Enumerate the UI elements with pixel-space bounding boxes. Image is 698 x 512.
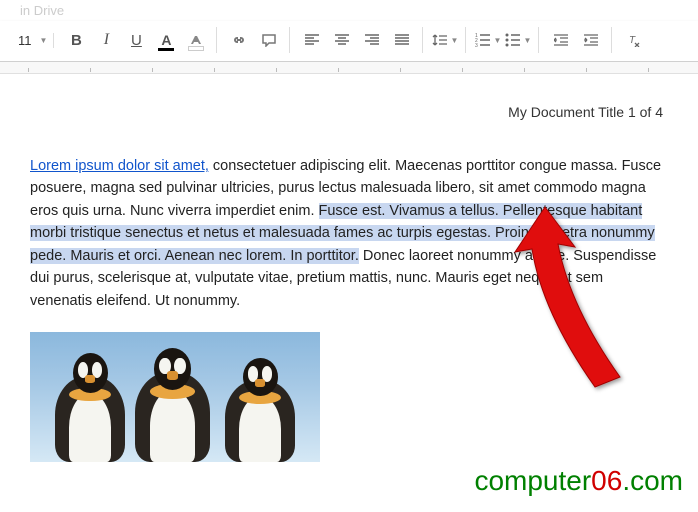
paragraph-text[interactable]: Lorem ipsum dolor sit amet, consectetuer… <box>30 155 668 312</box>
insert-link-button[interactable] <box>225 27 253 53</box>
svg-text:T: T <box>629 35 636 46</box>
align-center-button[interactable] <box>328 27 356 53</box>
bulleted-list-button[interactable]: ▼ <box>504 27 532 53</box>
highlight-color-button[interactable] <box>182 27 210 53</box>
hyperlink[interactable]: Lorem ipsum dolor sit amet, <box>30 158 209 174</box>
chevron-down-icon: ▼ <box>450 36 458 45</box>
svg-text:3: 3 <box>475 43 478 47</box>
numbered-list-button[interactable]: 123 ▼ <box>474 27 502 53</box>
line-spacing-button[interactable]: ▼ <box>431 27 459 53</box>
decrease-indent-button[interactable] <box>547 27 575 53</box>
insert-comment-button[interactable] <box>255 27 283 53</box>
align-right-button[interactable] <box>358 27 386 53</box>
ruler[interactable] <box>0 62 698 74</box>
underline-button[interactable]: U <box>122 27 150 53</box>
chevron-down-icon[interactable]: ▼ <box>40 36 48 45</box>
clear-formatting-button[interactable]: T <box>620 27 648 53</box>
page-header[interactable]: My Document Title 1 of 4 <box>30 104 668 120</box>
bold-button[interactable]: B <box>62 27 90 53</box>
formatting-toolbar: 11 ▼ B I U A <box>0 21 698 62</box>
chevron-down-icon: ▼ <box>523 36 531 45</box>
align-left-button[interactable] <box>298 27 326 53</box>
inline-image[interactable] <box>30 332 668 462</box>
increase-indent-button[interactable] <box>577 27 605 53</box>
chevron-down-icon: ▼ <box>493 36 501 45</box>
align-justify-button[interactable] <box>388 27 416 53</box>
title-bar: in Drive <box>0 0 698 21</box>
document-body[interactable]: My Document Title 1 of 4 Lorem ipsum dol… <box>0 74 698 462</box>
italic-button[interactable]: I <box>92 27 120 53</box>
font-size-value[interactable]: 11 <box>14 33 36 48</box>
text-color-button[interactable]: A <box>152 27 180 53</box>
watermark: computer06.com <box>474 465 683 497</box>
